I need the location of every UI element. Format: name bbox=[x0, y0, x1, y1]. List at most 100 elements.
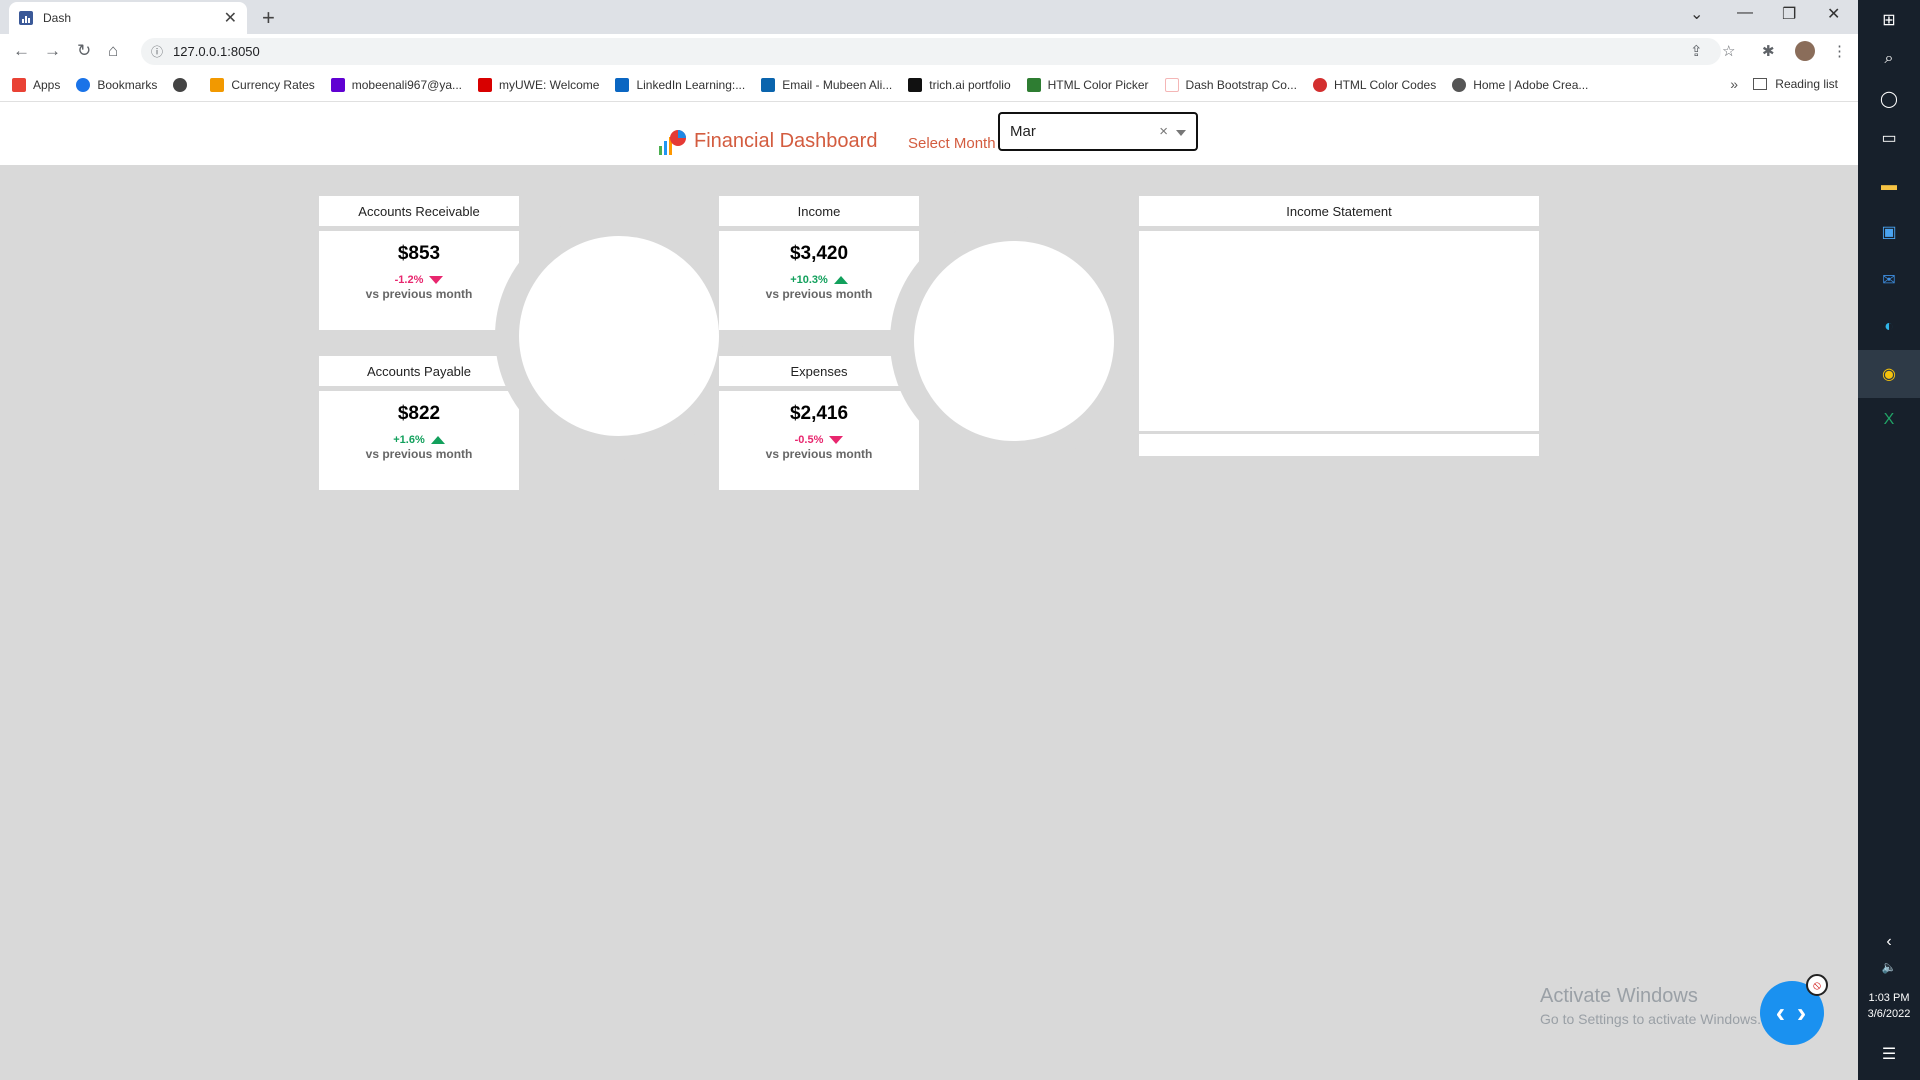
bookmark-item[interactable]: HTML Color Codes bbox=[1312, 77, 1436, 92]
ap-value: $822 bbox=[397, 403, 441, 424]
globe-icon bbox=[173, 77, 188, 92]
ar-card-title: Accounts Receivable bbox=[319, 196, 519, 226]
down-arrow-icon bbox=[429, 276, 444, 285]
tab-strip: Dash ✕ + ⌄ — ❐ ✕ bbox=[0, 0, 1858, 34]
ar-value: $853 bbox=[397, 243, 441, 264]
bookmark-item[interactable] bbox=[173, 77, 194, 92]
no-callback-error-icon[interactable]: ⦸ bbox=[1806, 974, 1828, 996]
ap-change: +1.6% bbox=[319, 434, 519, 446]
bookmark-item[interactable]: Currency Rates bbox=[210, 77, 315, 92]
new-tab-icon[interactable]: + bbox=[262, 5, 275, 31]
bookmark-item[interactable]: HTML Color Picker bbox=[1026, 77, 1149, 92]
mail-app-icon[interactable]: ✉ bbox=[1877, 268, 1901, 292]
more-bookmarks-icon[interactable]: » bbox=[1730, 76, 1738, 92]
apps-grid-icon bbox=[12, 77, 26, 92]
bookmark-item[interactable]: Dash Bootstrap Co... bbox=[1164, 77, 1297, 92]
url-text: 127.0.0.1:8050 bbox=[173, 44, 260, 59]
address-bar[interactable]: ⓘ 127.0.0.1:8050 bbox=[141, 38, 1721, 65]
bookmark-item[interactable]: Apps bbox=[12, 77, 60, 92]
menu-kebab-icon[interactable]: ⋮ bbox=[1832, 42, 1847, 60]
bookmark-item[interactable]: LinkedIn Learning:... bbox=[615, 77, 745, 92]
profile-avatar[interactable] bbox=[1795, 41, 1815, 61]
bookmark-item[interactable]: trich.ai portfolio bbox=[908, 77, 1011, 92]
income-value: $3,420 bbox=[789, 243, 849, 264]
extensions-icon[interactable]: ✱ bbox=[1762, 42, 1775, 60]
tab-title: Dash bbox=[43, 11, 72, 25]
home-icon[interactable]: ⌂ bbox=[108, 41, 118, 61]
windows-start-icon[interactable]: ⊞ bbox=[1877, 8, 1901, 32]
chrome-icon[interactable]: ◉ bbox=[1877, 362, 1901, 386]
bookmark-item[interactable]: Bookmarks bbox=[76, 77, 157, 92]
ar-change: -1.2% bbox=[319, 274, 519, 286]
expenses-subtext: vs previous month bbox=[765, 447, 873, 461]
income-statement-chart bbox=[1139, 231, 1539, 431]
color-codes-icon bbox=[1312, 77, 1327, 92]
browser-tab[interactable]: Dash ✕ bbox=[9, 2, 247, 34]
month-label: Select Month bbox=[908, 135, 996, 152]
reading-list-icon bbox=[1753, 78, 1768, 90]
task-view-icon[interactable]: ▭ bbox=[1877, 126, 1901, 150]
close-window-icon[interactable]: ✕ bbox=[1827, 4, 1840, 24]
chevron-down-icon[interactable] bbox=[1176, 130, 1186, 136]
ap-card: $822 +1.6% vs previous month bbox=[319, 391, 519, 490]
mail-icon bbox=[330, 77, 345, 92]
expenses-change: -0.5% bbox=[719, 434, 919, 446]
store-icon[interactable]: ▣ bbox=[1877, 220, 1901, 244]
bootstrap-icon bbox=[1164, 77, 1179, 92]
file-explorer-icon[interactable]: ▬ bbox=[1877, 174, 1901, 198]
bookmark-item[interactable]: myUWE: Welcome bbox=[478, 77, 599, 92]
income-change: +10.3% bbox=[719, 274, 919, 286]
search-icon[interactable]: ⌕ bbox=[1877, 47, 1901, 71]
page-title: Financial Dashboard bbox=[694, 130, 878, 152]
ar-ap-donut-chart bbox=[519, 236, 719, 436]
browser-toolbar: ← → ↻ ⌂ ⓘ 127.0.0.1:8050 ⇪ ☆ ✱ ⋮ bbox=[0, 34, 1858, 68]
bookmark-item[interactable]: mobeenali967@ya... bbox=[330, 77, 462, 92]
income-expenses-donut-chart bbox=[914, 241, 1114, 441]
reading-list[interactable]: Reading list bbox=[1753, 77, 1838, 91]
code-chevrons-icon: ‹ › bbox=[1775, 997, 1809, 1028]
linkedin-icon bbox=[615, 77, 630, 92]
clear-icon[interactable]: × bbox=[1159, 123, 1168, 140]
clock-time: 1:03 PM bbox=[1868, 992, 1910, 1004]
forward-icon[interactable]: → bbox=[44, 41, 61, 61]
bookmark-item[interactable]: Email - Mubeen Ali... bbox=[761, 77, 892, 92]
star-icon bbox=[76, 77, 91, 92]
reload-icon[interactable]: ↻ bbox=[77, 41, 91, 61]
ap-card-title: Accounts Payable bbox=[319, 356, 519, 386]
minimize-icon[interactable]: — bbox=[1737, 4, 1753, 22]
ar-card: $853 -1.2% vs previous month bbox=[319, 231, 519, 330]
system-clock[interactable]: 1:03 PM 3/6/2022 bbox=[1858, 990, 1920, 1022]
uwe-icon bbox=[478, 77, 493, 92]
income-subtext: vs previous month bbox=[765, 287, 873, 301]
site-info-icon[interactable]: ⓘ bbox=[151, 43, 163, 60]
edge-icon[interactable]: ◐ bbox=[1877, 315, 1901, 339]
adobe-icon bbox=[1452, 77, 1467, 92]
ap-subtext: vs previous month bbox=[365, 447, 473, 461]
w3-icon bbox=[1026, 77, 1041, 92]
excel-icon[interactable]: X bbox=[1877, 408, 1901, 432]
up-arrow-icon bbox=[430, 436, 445, 445]
expenses-card-title: Expenses bbox=[719, 356, 919, 386]
notifications-icon[interactable]: ☰ bbox=[1877, 1042, 1901, 1066]
restore-icon[interactable]: ❐ bbox=[1782, 4, 1796, 24]
expenses-value: $2,416 bbox=[789, 403, 849, 424]
windows-taskbar: ⊞ ⌕ ◯ ▭ ▬ ▣ ✉ ◐ ◉ X ‹ 🔈 1:03 PM 3/6/2022… bbox=[1858, 0, 1920, 1080]
outlook-icon bbox=[761, 77, 776, 92]
star-bookmark-icon[interactable]: ☆ bbox=[1722, 42, 1735, 60]
income-statement-title: Income Statement bbox=[1139, 196, 1539, 226]
share-icon[interactable]: ⇪ bbox=[1690, 42, 1703, 60]
income-card: $3,420 +10.3% vs previous month bbox=[719, 231, 919, 330]
month-selected-value: Mar bbox=[1010, 123, 1036, 140]
chevron-up-icon[interactable]: ‹ bbox=[1877, 930, 1901, 954]
tab-close-icon[interactable]: ✕ bbox=[224, 8, 237, 28]
back-icon[interactable]: ← bbox=[13, 41, 30, 61]
tab-search-icon[interactable]: ⌄ bbox=[1690, 4, 1703, 24]
volume-icon[interactable]: 🔈 bbox=[1877, 955, 1901, 979]
bookmarks-bar: Apps Bookmarks Currency Rates mobeenali9… bbox=[0, 68, 1858, 102]
dash-favicon-icon bbox=[19, 11, 33, 25]
cortana-icon[interactable]: ◯ bbox=[1877, 87, 1901, 111]
clock-date: 3/6/2022 bbox=[1867, 1008, 1911, 1020]
bookmark-item[interactable]: Home | Adobe Crea... bbox=[1452, 77, 1588, 92]
month-dropdown[interactable]: Mar × bbox=[998, 112, 1198, 151]
app-header bbox=[0, 102, 1858, 165]
